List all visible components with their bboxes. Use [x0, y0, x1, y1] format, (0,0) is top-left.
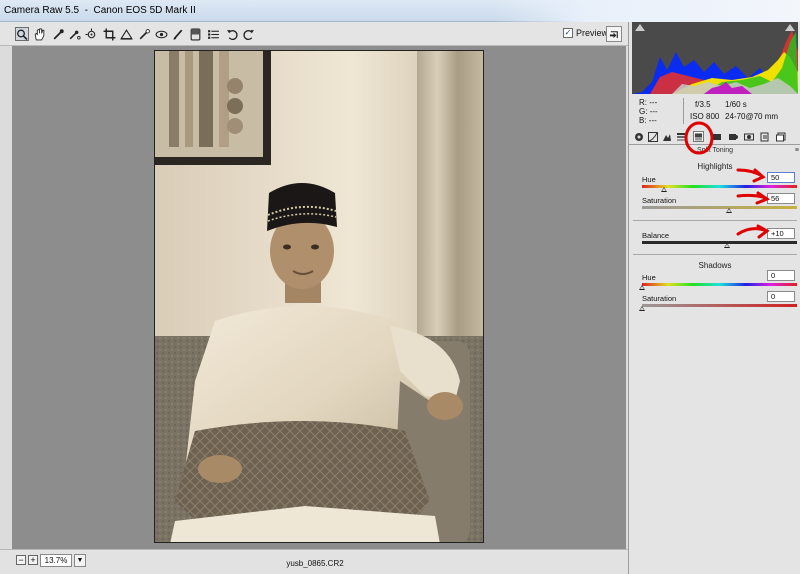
b-value: --- [648, 116, 657, 125]
shadows-saturation-thumb[interactable] [639, 306, 645, 311]
balance-label: Balance [642, 231, 670, 240]
g-label: G: [639, 107, 648, 116]
divider [633, 254, 797, 255]
toolbar: ✓ Preview [0, 22, 628, 46]
shadows-section: Shadows [629, 261, 800, 270]
tab-tone-curve-icon[interactable] [647, 131, 658, 142]
straighten-tool-icon[interactable] [119, 27, 133, 41]
zoom-level-field[interactable]: 13.7% [40, 554, 72, 567]
shadows-saturation-input[interactable]: 0 [767, 291, 795, 302]
tab-camera-calibration-icon[interactable] [743, 131, 754, 142]
highlights-hue-label: Hue [642, 175, 656, 184]
adjustment-brush-icon[interactable] [171, 27, 185, 41]
color-sampler-tool-icon[interactable] [67, 27, 81, 41]
shutter-value: 1/60 s [725, 100, 747, 109]
white-balance-tool-icon[interactable] [51, 27, 65, 41]
tab-effects-icon[interactable] [727, 131, 738, 142]
shadows-saturation-label: Saturation [642, 294, 677, 303]
status-bar: − + 13.7% ▼ yusb_0865.CR2 [0, 549, 628, 574]
highlights-section: Highlights [629, 162, 800, 171]
window-title-bar: Camera Raw 5.5 - Canon EOS 5D Mark II [0, 0, 800, 22]
highlights-hue-input[interactable]: 50 [767, 172, 795, 183]
tab-lens-corrections-icon[interactable] [711, 131, 722, 142]
panel-menu-icon[interactable]: ≡ [795, 146, 799, 155]
fullscreen-icon[interactable] [606, 26, 622, 42]
shadows-hue-input[interactable]: 0 [767, 270, 795, 281]
preview-label: Preview [576, 28, 609, 38]
panel-tabs [629, 128, 800, 145]
preview-toggle[interactable]: ✓ Preview [563, 28, 608, 38]
highlights-hue-thumb[interactable] [660, 187, 667, 192]
adjustment-panel: R: --- G: --- B: --- f/3.5 1/60 s ISO 80… [628, 22, 800, 574]
panel-header: Split Toning ≡ [629, 146, 800, 155]
hand-tool-icon[interactable] [32, 27, 46, 41]
spot-removal-tool-icon[interactable] [137, 27, 151, 41]
tab-detail-icon[interactable] [661, 131, 672, 142]
shadows-hue-slider[interactable] [639, 283, 797, 290]
photo-illustration [155, 51, 483, 542]
targeted-adjustment-tool-icon[interactable] [84, 27, 98, 41]
r-value: --- [649, 98, 658, 107]
highlights-hue-slider[interactable] [642, 185, 797, 192]
balance-input[interactable]: +10 [767, 228, 795, 239]
highlights-saturation-input[interactable]: 56 [767, 193, 795, 204]
tab-presets-icon[interactable] [759, 131, 770, 142]
title-bar-glow [495, 0, 800, 22]
red-eye-removal-tool-icon[interactable] [154, 27, 168, 41]
highlights-saturation-label: Saturation [642, 196, 677, 205]
panel-title: Split Toning [696, 147, 734, 154]
tab-snapshots-icon[interactable] [775, 131, 786, 142]
aperture-value: f/3.5 [695, 100, 711, 109]
shadows-heading: Shadows [698, 261, 732, 270]
shadows-hue-label: Hue [642, 273, 656, 282]
image-canvas[interactable] [12, 46, 626, 549]
highlights-heading: Highlights [697, 162, 733, 171]
shadow-clipping-warning-icon[interactable] [635, 24, 645, 31]
preferences-icon[interactable] [206, 27, 220, 41]
zoom-dropdown-icon[interactable]: ▼ [74, 554, 86, 567]
balance-thumb[interactable] [724, 243, 731, 248]
crop-tool-icon[interactable] [102, 27, 116, 41]
highlight-clipping-warning-icon[interactable] [785, 24, 795, 31]
preview-checkbox[interactable]: ✓ [563, 28, 573, 38]
lens-value: 24-70@70 mm [725, 112, 779, 121]
zoom-out-button[interactable]: − [16, 555, 26, 565]
tab-split-toning-icon[interactable] [693, 131, 704, 142]
shadows-saturation-slider[interactable] [639, 304, 797, 311]
r-label: R: [639, 98, 647, 107]
g-value: --- [649, 107, 658, 116]
tab-basic-icon[interactable] [633, 131, 644, 142]
histogram-graph [632, 30, 798, 94]
rotate-right-icon[interactable] [241, 27, 255, 41]
highlights-saturation-thumb[interactable] [725, 208, 732, 213]
zoom-in-button[interactable]: + [28, 555, 38, 565]
rgb-and-exif-readout: R: --- G: --- B: --- f/3.5 1/60 s ISO 80… [637, 98, 797, 126]
highlights-saturation-slider[interactable] [642, 206, 797, 213]
filename-label: yusb_0865.CR2 [286, 559, 344, 568]
b-label: B: [639, 116, 647, 125]
zoom-tool-icon[interactable] [15, 27, 29, 41]
divider [633, 220, 797, 221]
rotate-left-icon[interactable] [225, 27, 239, 41]
balance-slider[interactable] [642, 241, 797, 248]
histogram [632, 22, 798, 94]
photo-preview [154, 50, 484, 543]
graduated-filter-icon[interactable] [188, 27, 202, 41]
tab-hsl-icon[interactable] [675, 131, 686, 142]
iso-value: ISO 800 [690, 112, 720, 121]
shadows-hue-thumb[interactable] [639, 285, 645, 290]
window-title: Camera Raw 5.5 - Canon EOS 5D Mark II [4, 5, 196, 16]
